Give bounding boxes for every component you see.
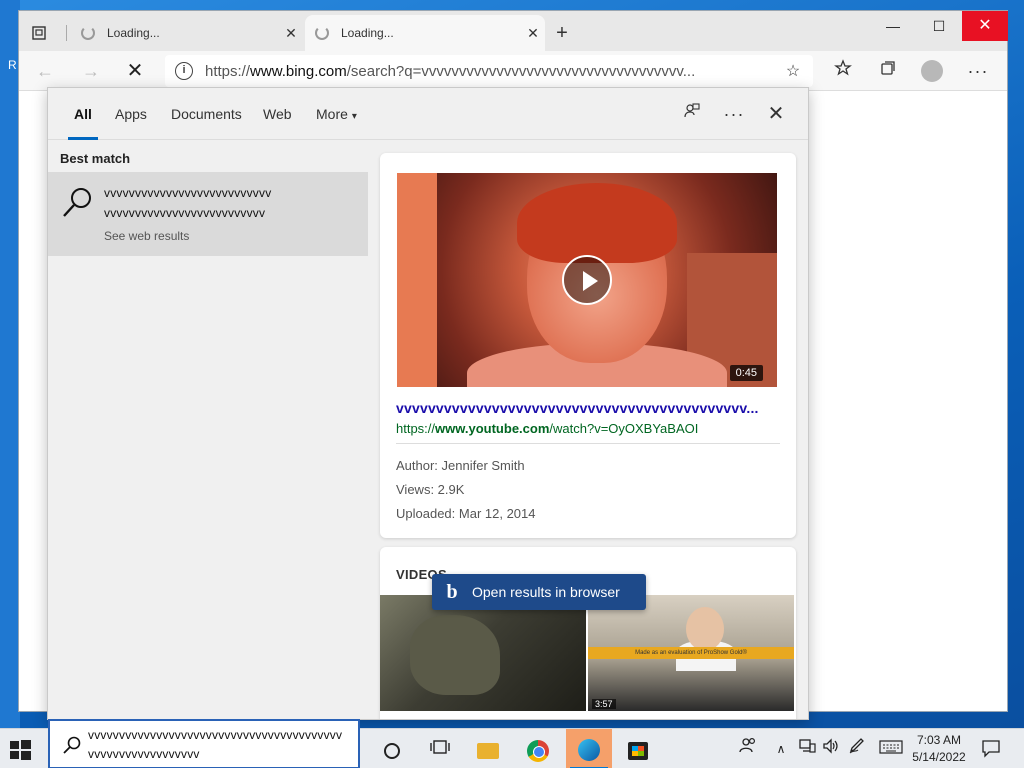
address-bar[interactable]: i https://www.bing.com/search?q=vvvvvvvv… (165, 55, 813, 87)
tab-label: Loading... (107, 26, 160, 40)
taskbar-search-input[interactable]: vvvvvvvvvvvvvvvvvvvvvvvvvvvvvvvvvvvvvvvv… (48, 719, 360, 768)
video-thumbnail-2[interactable]: Made as an evaluation of ProShow Gold® 3… (588, 595, 794, 711)
search-query-line-1: vvvvvvvvvvvvvvvvvvvvvvvvvvvvvvvvvvvvvvvv… (88, 728, 343, 742)
windows-start-icon[interactable] (8, 737, 32, 761)
video-thumbnail[interactable]: 0:45 (397, 173, 777, 387)
address-url[interactable]: https://www.bing.com/search?q=vvvvvvvvvv… (205, 63, 781, 80)
best-match-query-line-2: vvvvvvvvvvvvvvvvvvvvvvvvvv (104, 206, 266, 220)
search-icon (63, 736, 81, 754)
video-duration: 0:45 (729, 365, 763, 381)
tab-apps[interactable]: Apps (115, 88, 147, 140)
close-tab-icon[interactable]: ✕ (521, 25, 545, 42)
clock-date: 5/14/2022 (912, 750, 966, 764)
task-view-icon[interactable] (422, 735, 458, 765)
bing-logo-icon: b (446, 580, 458, 603)
maximize-button[interactable]: ☐ (916, 11, 962, 41)
video-result-card: 0:45 vvvvvvvvvvvvvvvvvvvvvvvvvvvvvvvvvvv… (380, 153, 796, 538)
video-author: Author: Jennifer Smith (396, 458, 525, 473)
best-match-heading: Best match (60, 151, 131, 166)
tab-label: Loading... (341, 26, 394, 40)
thumb-figure (410, 615, 500, 695)
chrome-icon[interactable] (520, 735, 556, 765)
open-results-label: Open results in browser (472, 584, 620, 600)
best-match-subtitle: See web results (104, 229, 190, 243)
loading-spinner-icon (315, 26, 329, 40)
cortana-icon[interactable] (374, 735, 410, 765)
tab-more[interactable]: More ▾ (316, 88, 357, 140)
thumb-banner: Made as an evaluation of ProShow Gold® (588, 647, 794, 659)
pen-workspace-icon[interactable] (846, 735, 868, 763)
settings-more-icon[interactable]: ··· (965, 59, 991, 83)
thumb-bg-left (397, 173, 437, 387)
preview-pane: 0:45 vvvvvvvvvvvvvvvvvvvvvvvvvvvvvvvvvvv… (370, 141, 808, 719)
tab-actions-icon[interactable] (31, 25, 47, 41)
forward-button[interactable]: → (77, 59, 105, 83)
more-options-icon[interactable]: ··· (721, 102, 747, 126)
video-views: Views: 2.9K (396, 482, 465, 497)
feedback-icon[interactable] (679, 102, 705, 126)
video-duration-2: 3:57 (592, 699, 616, 709)
show-hidden-icons-icon[interactable]: ∧ (772, 735, 790, 763)
network-icon[interactable] (796, 735, 818, 763)
chevron-down-icon: ▾ (351, 111, 357, 122)
minimize-button[interactable]: — (870, 11, 916, 41)
tab-separator (66, 25, 67, 41)
tab-documents[interactable]: Documents (171, 88, 242, 140)
close-icon[interactable]: ✕ (763, 102, 789, 126)
desktop-edge-letter: R (8, 58, 17, 72)
best-match-item[interactable]: vvvvvvvvvvvvvvvvvvvvvvvvvvv vvvvvvvvvvvv… (48, 172, 368, 256)
tab-all[interactable]: All (68, 88, 98, 140)
favorites-icon[interactable] (830, 59, 856, 83)
store-icon[interactable] (620, 735, 656, 765)
stop-loading-button[interactable]: ✕ (121, 59, 149, 83)
add-favorite-icon[interactable]: ☆ (781, 61, 805, 81)
new-tab-button[interactable]: + (549, 21, 575, 47)
browser-toolbar: ← → ✕ i https://www.bing.com/search?q=vv… (19, 51, 1007, 91)
back-button[interactable]: ← (31, 59, 59, 83)
collections-icon[interactable] (875, 59, 901, 83)
site-info-icon[interactable]: i (175, 62, 193, 80)
thumb-person-hair (517, 183, 677, 263)
videos-section-card: VIDEOS Made as an evaluation of ProShow … (380, 547, 796, 719)
search-icon (63, 188, 91, 217)
open-results-in-browser-button[interactable]: b Open results in browser (432, 574, 646, 610)
search-filter-bar: All Apps Documents Web More ▾ ··· ✕ (48, 88, 808, 140)
people-icon[interactable] (736, 735, 760, 763)
thumb-person-head (686, 607, 724, 651)
taskbar: vvvvvvvvvvvvvvvvvvvvvvvvvvvvvvvvvvvvvvvv… (0, 719, 1024, 768)
tab-2-active[interactable]: Loading... ✕ (305, 15, 545, 51)
title-bar: Loading... ✕ Loading... ✕ + — ☐ ✕ (19, 11, 1008, 51)
touch-keyboard-icon[interactable] (876, 735, 906, 763)
file-explorer-icon[interactable] (470, 735, 506, 765)
results-list: Best match vvvvvvvvvvvvvvvvvvvvvvvvvvv v… (48, 141, 370, 719)
divider (396, 443, 780, 444)
tab-web[interactable]: Web (263, 88, 292, 140)
notifications-icon[interactable] (980, 737, 1002, 759)
volume-icon[interactable] (820, 735, 842, 763)
close-tab-icon[interactable]: ✕ (279, 25, 303, 42)
video-thumbnail-1[interactable] (380, 595, 586, 711)
edge-icon[interactable] (566, 729, 612, 768)
loading-spinner-icon (81, 26, 95, 40)
search-flyout: All Apps Documents Web More ▾ ··· ✕ Best … (47, 87, 809, 720)
best-match-query-line-1: vvvvvvvvvvvvvvvvvvvvvvvvvvv (104, 186, 272, 200)
system-clock[interactable]: 7:03 AM 5/14/2022 (908, 732, 970, 766)
play-icon[interactable] (562, 255, 612, 305)
clock-time: 7:03 AM (916, 733, 962, 747)
video-title-link[interactable]: vvvvvvvvvvvvvvvvvvvvvvvvvvvvvvvvvvvvvvvv… (396, 400, 786, 416)
video-uploaded: Uploaded: Mar 12, 2014 (396, 506, 536, 521)
close-window-button[interactable]: ✕ (962, 11, 1008, 41)
desktop-strip (0, 0, 20, 728)
search-query-line-2: vvvvvvvvvvvvvvvvvv (88, 747, 200, 761)
tab-1[interactable]: Loading... ✕ (71, 15, 303, 51)
video-url-link[interactable]: https://www.youtube.com/watch?v=OyOXBYaB… (396, 421, 698, 436)
profile-avatar[interactable] (921, 60, 943, 82)
